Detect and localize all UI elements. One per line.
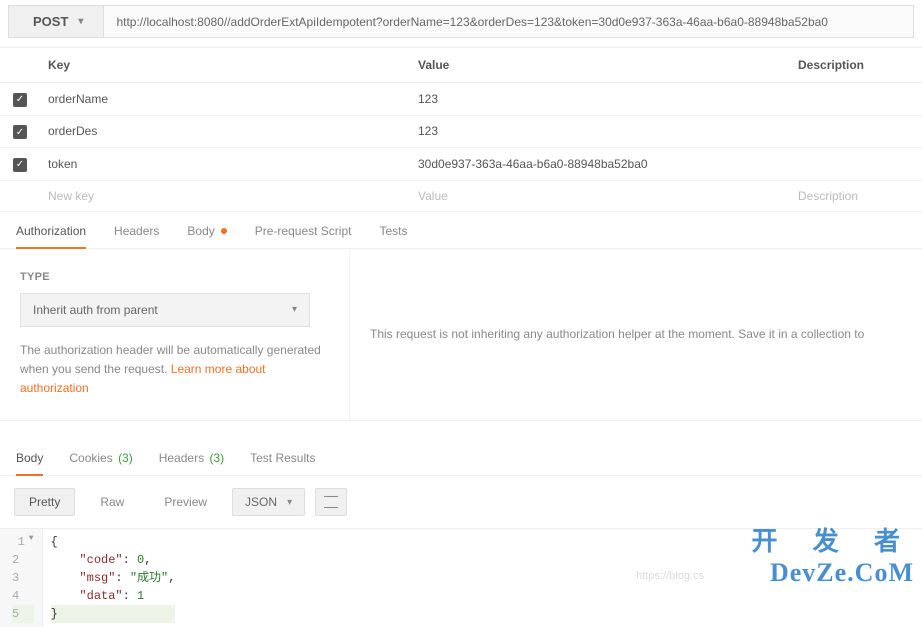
tab-pre-request-script[interactable]: Pre-request Script bbox=[255, 224, 352, 248]
response-tab-cookies[interactable]: Cookies (3) bbox=[69, 451, 132, 475]
tab-label: Authorization bbox=[16, 224, 86, 238]
format-label: JSON bbox=[245, 495, 277, 509]
param-value-cell[interactable]: 123 bbox=[410, 83, 790, 116]
fold-triangle-icon[interactable]: ▼ bbox=[29, 533, 34, 551]
response-body-viewer: 1 ▼ 2 3 4 5 { "code": 0, "msg": "成功", "d… bbox=[0, 529, 922, 627]
response-view-controls: Pretty Raw Preview JSON ▾ bbox=[0, 475, 922, 529]
http-method-dropdown[interactable]: POST ▾ bbox=[8, 5, 104, 38]
tab-label: Headers bbox=[159, 451, 204, 465]
table-row: ✓ orderName 123 bbox=[0, 83, 922, 116]
line-number-gutter: 1 ▼ 2 3 4 5 bbox=[0, 529, 43, 627]
param-checkbox[interactable]: ✓ bbox=[13, 158, 27, 172]
tab-authorization[interactable]: Authorization bbox=[16, 224, 86, 248]
param-desc-cell[interactable] bbox=[790, 148, 922, 181]
param-key-cell[interactable]: token bbox=[40, 148, 410, 181]
param-checkbox[interactable]: ✓ bbox=[13, 125, 27, 139]
response-tab-body[interactable]: Body bbox=[16, 451, 43, 475]
response-tabs: Body Cookies (3) Headers (3) Test Result… bbox=[0, 421, 922, 475]
auth-type-label: TYPE bbox=[20, 271, 329, 283]
auth-description: The authorization header will be automat… bbox=[20, 341, 329, 399]
param-value-cell[interactable]: 30d0e937-363a-46aa-b6a0-88948ba52ba0 bbox=[410, 148, 790, 181]
response-tab-headers[interactable]: Headers (3) bbox=[159, 451, 224, 475]
response-format-dropdown[interactable]: JSON ▾ bbox=[232, 488, 305, 516]
tab-label: Body bbox=[16, 451, 43, 465]
param-value-new[interactable]: Value bbox=[410, 180, 790, 211]
auth-right-message: This request is not inheriting any autho… bbox=[350, 249, 922, 421]
authorization-panel: TYPE Inherit auth from parent ▾ The auth… bbox=[0, 249, 922, 422]
table-row: ✓ orderDes 123 bbox=[0, 115, 922, 148]
chevron-down-icon: ▾ bbox=[292, 304, 297, 315]
cookies-count: (3) bbox=[118, 451, 133, 465]
tab-body[interactable]: Body bbox=[187, 224, 226, 248]
headers-count: (3) bbox=[209, 451, 224, 465]
line-wrap-icon[interactable] bbox=[315, 488, 347, 516]
tab-tests[interactable]: Tests bbox=[379, 224, 407, 248]
params-desc-header: Description bbox=[790, 48, 922, 83]
param-value-cell[interactable]: 123 bbox=[410, 115, 790, 148]
tab-label: Headers bbox=[114, 224, 159, 238]
params-check-header bbox=[0, 48, 40, 83]
param-key-cell[interactable]: orderDes bbox=[40, 115, 410, 148]
request-url-bar: POST ▾ bbox=[0, 0, 922, 43]
table-row: ✓ token 30d0e937-363a-46aa-b6a0-88948ba5… bbox=[0, 148, 922, 181]
request-tabs: Authorization Headers Body Pre-request S… bbox=[0, 212, 922, 249]
param-desc-new[interactable]: Description bbox=[790, 180, 922, 211]
modified-dot-icon bbox=[221, 228, 227, 234]
params-value-header: Value bbox=[410, 48, 790, 83]
tab-headers[interactable]: Headers bbox=[114, 224, 159, 248]
response-body-code[interactable]: { "code": 0, "msg": "成功", "data": 1 } bbox=[43, 529, 184, 627]
tab-label: Tests bbox=[379, 224, 407, 238]
tab-label: Pre-request Script bbox=[255, 224, 352, 238]
auth-config: TYPE Inherit auth from parent ▾ The auth… bbox=[0, 249, 350, 421]
param-key-new[interactable]: New key bbox=[40, 180, 410, 211]
param-desc-cell[interactable] bbox=[790, 115, 922, 148]
tab-label: Test Results bbox=[250, 451, 315, 465]
response-tab-test-results[interactable]: Test Results bbox=[250, 451, 315, 475]
param-checkbox[interactable]: ✓ bbox=[13, 93, 27, 107]
tab-label: Cookies bbox=[69, 451, 112, 465]
view-pretty-button[interactable]: Pretty bbox=[14, 488, 75, 516]
tab-label: Body bbox=[187, 224, 214, 238]
url-input[interactable] bbox=[104, 5, 914, 38]
param-key-cell[interactable]: orderName bbox=[40, 83, 410, 116]
query-params-table: Key Value Description ✓ orderName 123 ✓ … bbox=[0, 47, 922, 212]
http-method-label: POST bbox=[33, 14, 68, 29]
view-raw-button[interactable]: Raw bbox=[85, 488, 139, 516]
param-desc-cell[interactable] bbox=[790, 83, 922, 116]
params-key-header: Key bbox=[40, 48, 410, 83]
auth-type-dropdown[interactable]: Inherit auth from parent ▾ bbox=[20, 293, 310, 327]
auth-type-selected: Inherit auth from parent bbox=[33, 303, 158, 317]
view-preview-button[interactable]: Preview bbox=[149, 488, 222, 516]
chevron-down-icon: ▾ bbox=[287, 497, 292, 508]
table-row-new: New key Value Description bbox=[0, 180, 922, 211]
chevron-down-icon: ▾ bbox=[78, 16, 83, 27]
